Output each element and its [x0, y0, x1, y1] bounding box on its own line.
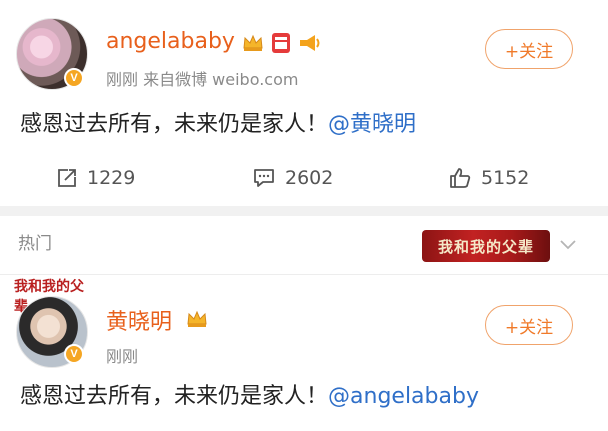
post-text-main: 感恩过去所有，未来仍是家人！ — [20, 112, 329, 137]
verified-badge-icon: V — [64, 344, 84, 364]
movie-banner[interactable]: 我和我的父辈 — [422, 230, 550, 262]
post-text-main: 感恩过去所有，未来仍是家人！ — [20, 384, 329, 409]
follow-button[interactable]: +关注 — [485, 29, 573, 69]
like-icon — [450, 168, 471, 188]
verified-badge-icon: V — [64, 68, 84, 88]
comment-count: 2602 — [285, 167, 334, 189]
separator — [0, 274, 608, 275]
post-text: 感恩过去所有，未来仍是家人！@黄晓明 — [20, 106, 416, 138]
repost-count: 1229 — [87, 167, 136, 189]
post-meta: 刚刚 — [106, 347, 139, 366]
like-button[interactable]: 5152 — [448, 160, 529, 196]
hot-section-label: 热门 — [18, 234, 52, 254]
red-seal-icon — [272, 33, 290, 53]
mention-link[interactable]: @黄晓明 — [328, 112, 416, 137]
post-text: 感恩过去所有，未来仍是家人！@angelababy — [20, 378, 479, 410]
follow-button[interactable]: +关注 — [485, 305, 573, 345]
repost-button[interactable]: 1229 — [56, 160, 135, 196]
mention-link[interactable]: @angelababy — [328, 384, 479, 409]
crown-icon — [243, 34, 263, 51]
section-divider — [0, 206, 608, 216]
chevron-down-icon[interactable] — [558, 238, 578, 252]
username-huangxiaoming[interactable]: 黄晓明 — [106, 304, 172, 336]
comment-button[interactable]: 2602 — [252, 160, 333, 196]
like-count: 5152 — [481, 167, 530, 189]
username-angelababy[interactable]: angelababy — [106, 29, 235, 54]
post-meta: 刚刚 来自微博 weibo.com — [106, 70, 299, 89]
post-actions: 1229 2602 5152 — [0, 160, 608, 196]
megaphone-icon — [300, 35, 320, 51]
repost-icon — [58, 169, 76, 187]
comment-icon — [254, 169, 274, 187]
crown-icon — [187, 310, 207, 327]
